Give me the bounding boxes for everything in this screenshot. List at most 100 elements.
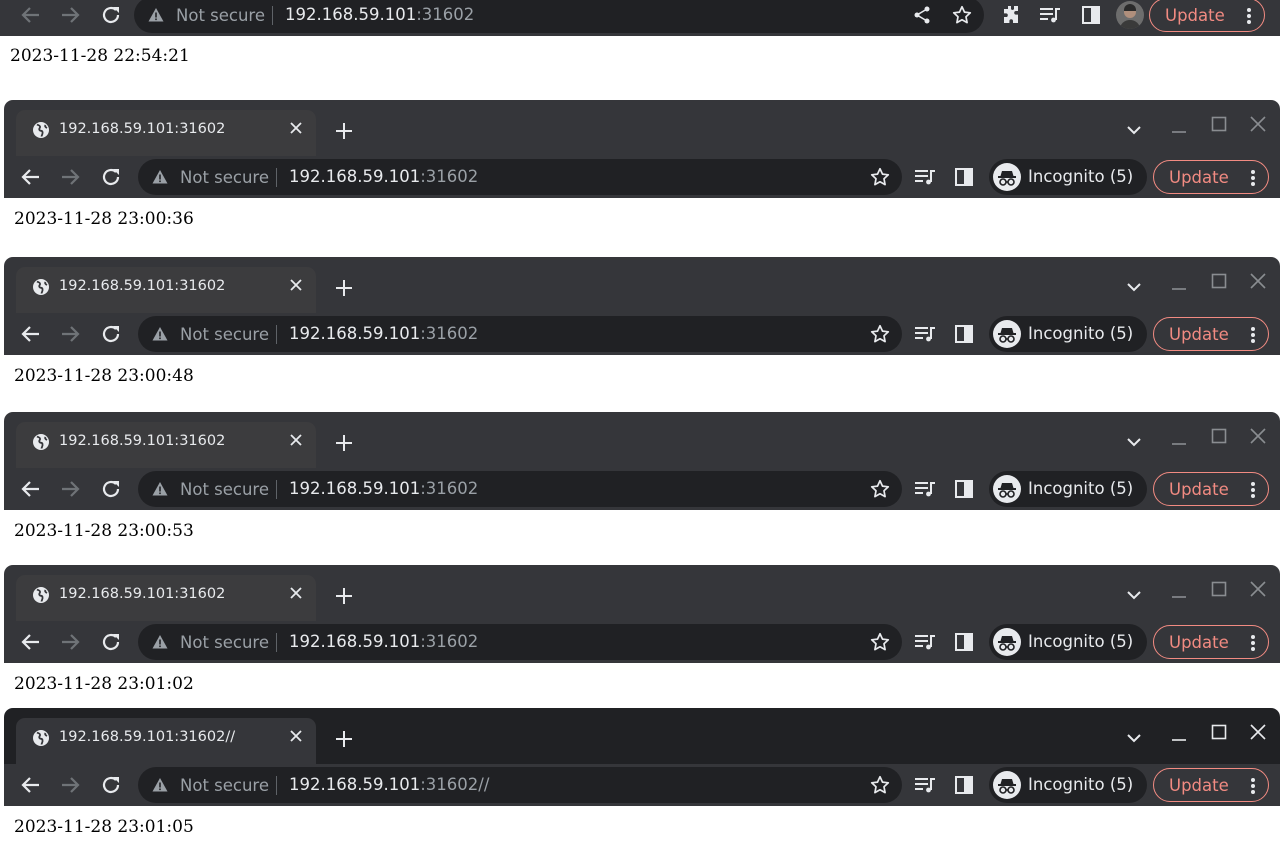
close-window-icon[interactable] (1249, 723, 1267, 741)
address-bar[interactable]: Not secure 192.168.59.101:31602 (134, 0, 984, 33)
security-label[interactable]: Not secure (180, 168, 269, 187)
url-text[interactable]: 192.168.59.101:31602 (289, 324, 478, 343)
minimize-icon[interactable] (1171, 583, 1187, 599)
close-icon[interactable] (286, 726, 306, 746)
url-text[interactable]: 192.168.59.101:31602 (285, 5, 474, 24)
url-text[interactable]: 192.168.59.101:31602// (289, 775, 489, 794)
star-icon[interactable] (870, 775, 890, 795)
maximize-icon[interactable] (1211, 273, 1227, 289)
media-icon[interactable] (913, 165, 937, 189)
kebab-menu-icon[interactable] (1250, 634, 1256, 652)
back-icon[interactable] (19, 3, 43, 27)
incognito-indicator[interactable]: Incognito (5) (989, 316, 1147, 352)
chevron-down-icon[interactable] (1124, 585, 1144, 605)
media-icon[interactable] (913, 477, 937, 501)
plus-icon[interactable] (330, 117, 358, 145)
kebab-menu-icon[interactable] (1250, 481, 1256, 499)
url-text[interactable]: 192.168.59.101:31602 (289, 632, 478, 651)
url-text[interactable]: 192.168.59.101:31602 (289, 167, 478, 186)
extensions-icon[interactable] (999, 3, 1023, 27)
reload-icon[interactable] (99, 773, 123, 797)
update-button[interactable]: Update (1153, 625, 1269, 659)
incognito-indicator[interactable]: Incognito (5) (989, 624, 1147, 660)
chevron-down-icon[interactable] (1124, 120, 1144, 140)
kebab-menu-icon[interactable] (1246, 7, 1252, 25)
chevron-down-icon[interactable] (1124, 432, 1144, 452)
avatar[interactable] (1116, 1, 1144, 29)
update-button[interactable]: Update (1153, 472, 1269, 506)
address-bar[interactable]: Not secure 192.168.59.101:31602 (138, 159, 902, 195)
plus-icon[interactable] (330, 429, 358, 457)
browser-tab[interactable]: 192.168.59.101:31602// (16, 718, 316, 764)
maximize-icon[interactable] (1211, 116, 1227, 132)
url-text[interactable]: 192.168.59.101:31602 (289, 479, 478, 498)
security-label[interactable]: Not secure (176, 6, 265, 25)
forward-icon[interactable] (58, 630, 82, 654)
star-icon[interactable] (870, 632, 890, 652)
forward-icon[interactable] (58, 477, 82, 501)
kebab-menu-icon[interactable] (1250, 169, 1256, 187)
close-window-icon[interactable] (1249, 427, 1267, 445)
minimize-icon[interactable] (1171, 275, 1187, 291)
star-icon[interactable] (952, 5, 972, 25)
media-icon[interactable] (913, 630, 937, 654)
reload-icon[interactable] (99, 322, 123, 346)
plus-icon[interactable] (330, 725, 358, 753)
forward-icon[interactable] (58, 322, 82, 346)
security-label[interactable]: Not secure (180, 776, 269, 795)
maximize-icon[interactable] (1211, 581, 1227, 597)
close-window-icon[interactable] (1249, 272, 1267, 290)
plus-icon[interactable] (330, 582, 358, 610)
update-button[interactable]: Update (1149, 0, 1265, 32)
kebab-menu-icon[interactable] (1250, 326, 1256, 344)
media-icon[interactable] (913, 773, 937, 797)
security-label[interactable]: Not secure (180, 633, 269, 652)
back-icon[interactable] (19, 165, 43, 189)
security-label[interactable]: Not secure (180, 325, 269, 344)
close-window-icon[interactable] (1249, 580, 1267, 598)
browser-tab[interactable]: 192.168.59.101:31602 (16, 575, 316, 621)
incognito-indicator[interactable]: Incognito (5) (989, 767, 1147, 803)
side-panel-icon[interactable] (952, 322, 976, 346)
address-bar[interactable]: Not secure 192.168.59.101:31602 (138, 316, 902, 352)
reload-icon[interactable] (99, 630, 123, 654)
back-icon[interactable] (19, 477, 43, 501)
side-panel-icon[interactable] (952, 630, 976, 654)
forward-icon[interactable] (58, 165, 82, 189)
media-icon[interactable] (1038, 3, 1062, 27)
close-window-icon[interactable] (1249, 115, 1267, 133)
close-icon[interactable] (286, 118, 306, 138)
minimize-icon[interactable] (1171, 430, 1187, 446)
side-panel-icon[interactable] (952, 773, 976, 797)
address-bar[interactable]: Not secure 192.168.59.101:31602 (138, 471, 902, 507)
close-icon[interactable] (286, 275, 306, 295)
reload-icon[interactable] (99, 165, 123, 189)
browser-tab[interactable]: 192.168.59.101:31602 (16, 422, 316, 468)
star-icon[interactable] (870, 479, 890, 499)
close-icon[interactable] (286, 583, 306, 603)
maximize-icon[interactable] (1211, 428, 1227, 444)
browser-tab[interactable]: 192.168.59.101:31602 (16, 110, 316, 156)
forward-icon[interactable] (58, 773, 82, 797)
incognito-indicator[interactable]: Incognito (5) (989, 159, 1147, 195)
update-button[interactable]: Update (1153, 160, 1269, 194)
minimize-icon[interactable] (1171, 118, 1187, 134)
incognito-indicator[interactable]: Incognito (5) (989, 471, 1147, 507)
browser-tab[interactable]: 192.168.59.101:31602 (16, 267, 316, 313)
kebab-menu-icon[interactable] (1250, 777, 1256, 795)
reload-icon[interactable] (99, 3, 123, 27)
back-icon[interactable] (19, 773, 43, 797)
side-panel-icon[interactable] (952, 165, 976, 189)
plus-icon[interactable] (330, 274, 358, 302)
security-label[interactable]: Not secure (180, 480, 269, 499)
address-bar[interactable]: Not secure 192.168.59.101:31602 (138, 624, 902, 660)
chevron-down-icon[interactable] (1124, 728, 1144, 748)
star-icon[interactable] (870, 324, 890, 344)
update-button[interactable]: Update (1153, 768, 1269, 802)
close-icon[interactable] (286, 430, 306, 450)
side-panel-icon[interactable] (1079, 3, 1103, 27)
media-icon[interactable] (913, 322, 937, 346)
back-icon[interactable] (19, 630, 43, 654)
star-icon[interactable] (870, 167, 890, 187)
forward-icon[interactable] (58, 3, 82, 27)
